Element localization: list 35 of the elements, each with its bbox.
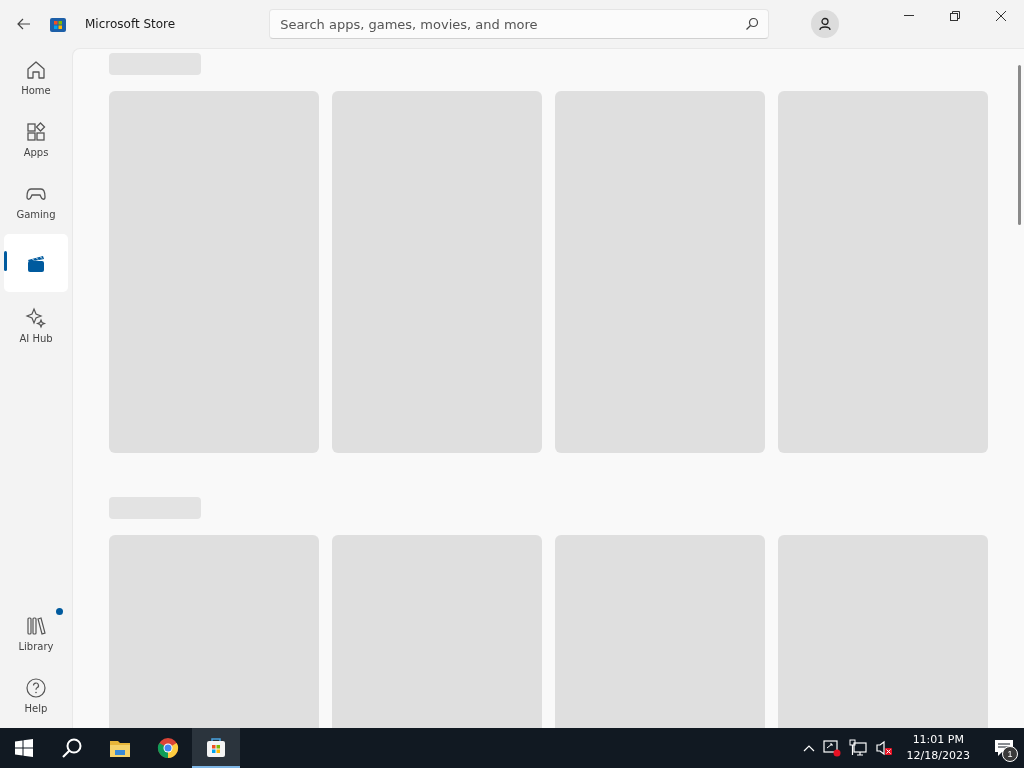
apps-icon <box>25 120 47 143</box>
clock-time: 11:01 PM <box>912 732 964 748</box>
nav-item[interactable]: Gaming <box>4 172 68 230</box>
nav-item[interactable]: Apps <box>4 110 68 168</box>
nav-item[interactable]: Home <box>4 48 68 106</box>
windows-icon <box>15 739 33 757</box>
nav-item[interactable]: AI Hub <box>4 296 68 354</box>
chevron-up-icon[interactable] <box>802 744 815 752</box>
speaker-muted-icon[interactable] <box>874 739 893 757</box>
nav-item[interactable]: Help <box>4 666 68 724</box>
help-icon <box>25 676 47 699</box>
network-icon[interactable] <box>848 739 867 757</box>
notification-count: 1 <box>1002 746 1018 762</box>
notifications-button[interactable]: 1 <box>984 728 1024 768</box>
restore-icon <box>949 10 961 22</box>
close-icon <box>995 10 1007 22</box>
nav-item[interactable]: Library <box>4 604 68 662</box>
sparkle-icon <box>25 306 47 329</box>
chrome-icon <box>157 737 179 759</box>
notification-dot <box>56 608 63 615</box>
search-icon <box>745 17 760 31</box>
store-icon <box>205 736 227 758</box>
taskbar-app-button[interactable] <box>192 728 240 768</box>
window-title: Microsoft Store <box>85 17 176 31</box>
library-icon <box>25 614 47 637</box>
nav-icon-button[interactable] <box>4 234 68 292</box>
account-button[interactable] <box>811 10 840 38</box>
clock-date: 12/18/2023 <box>906 748 970 764</box>
search-icon <box>61 737 83 759</box>
selection-indicator <box>4 251 7 271</box>
person-icon <box>818 17 833 31</box>
search-field[interactable]: Search apps, games, movies, and more <box>269 9 770 39</box>
back-icon <box>17 18 31 30</box>
store-logo-icon <box>49 15 67 33</box>
sync-status-icon[interactable] <box>822 739 841 757</box>
